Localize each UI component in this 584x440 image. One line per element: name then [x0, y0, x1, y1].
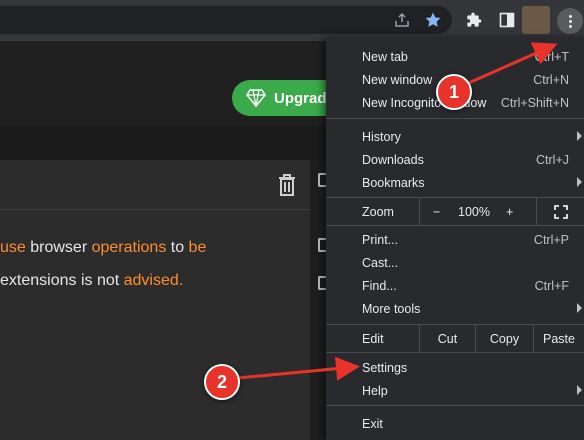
menu-label: New tab — [362, 50, 408, 64]
more-options-icon[interactable] — [557, 8, 583, 34]
browser-toolbar — [0, 0, 584, 40]
menu-label: Settings — [362, 361, 408, 375]
menu-item-settings[interactable]: Settings — [326, 356, 584, 379]
menu-shortcut: Ctrl+F — [534, 279, 569, 293]
plain-text: browser — [25, 239, 92, 256]
menu-label: Help — [362, 384, 388, 398]
submenu-arrow-icon — [577, 177, 582, 187]
menu-item-help[interactable]: Help — [326, 379, 584, 402]
diamond-icon — [246, 89, 266, 107]
profile-avatar[interactable] — [522, 6, 550, 34]
fullscreen-icon — [553, 204, 568, 219]
highlight-text: advised. — [123, 272, 184, 289]
menu-label: More tools — [362, 302, 421, 316]
menu-separator — [326, 118, 584, 119]
menu-label: Downloads — [362, 153, 424, 167]
menu-label: Find... — [362, 279, 397, 293]
menu-item-downloads[interactable]: Downloads Ctrl+J — [326, 148, 584, 171]
panel-text-line-1: use browser operations to be — [0, 239, 206, 257]
highlight-text: operations — [91, 239, 167, 256]
extension-panel: use browser operations to be extensions … — [0, 160, 310, 440]
trash-icon[interactable] — [278, 174, 296, 201]
submenu-arrow-icon — [577, 385, 582, 395]
menu-label: Bookmarks — [362, 176, 425, 190]
plain-text: to — [166, 239, 189, 256]
step-badge-1: 1 — [436, 74, 472, 110]
submenu-arrow-icon — [577, 303, 582, 313]
paste-button[interactable]: Paste — [533, 325, 584, 352]
menu-item-new-tab[interactable]: New tab Ctrl+T — [326, 45, 584, 68]
menu-label: Cast... — [362, 256, 399, 270]
menu-separator — [326, 405, 584, 406]
zoom-level-value: 100% — [458, 205, 490, 219]
zoom-label: Zoom — [362, 205, 394, 219]
paste-label: Paste — [543, 331, 575, 346]
menu-row-edit: Edit Cut Copy Paste — [326, 325, 584, 352]
extensions-icon[interactable] — [462, 8, 486, 32]
fullscreen-button[interactable] — [536, 198, 584, 225]
menu-label: Exit — [362, 417, 383, 431]
menu-shortcut: Ctrl+Shift+N — [500, 96, 569, 110]
menu-item-more-tools[interactable]: More tools — [326, 297, 584, 320]
menu-shortcut: Ctrl+P — [533, 233, 569, 247]
cut-label: Cut — [437, 331, 458, 346]
menu-label: Print... — [362, 233, 399, 247]
menu-label: New window — [362, 73, 433, 87]
menu-item-cast[interactable]: Cast... — [326, 251, 584, 274]
address-bar[interactable] — [0, 6, 452, 34]
menu-separator — [326, 352, 584, 353]
zoom-in-button[interactable]: + — [506, 205, 513, 219]
cut-button[interactable]: Cut — [419, 325, 475, 352]
star-icon[interactable] — [421, 8, 445, 32]
menu-item-find[interactable]: Find... Ctrl+F — [326, 274, 584, 297]
menu-row-zoom: Zoom − 100% + — [326, 198, 584, 225]
side-panel-icon[interactable] — [495, 8, 519, 32]
plain-text: extensions is not — [0, 272, 124, 289]
menu-item-print[interactable]: Print... Ctrl+P — [326, 228, 584, 251]
menu-shortcut: Ctrl+J — [536, 153, 569, 167]
menu-item-exit[interactable]: Exit — [326, 412, 584, 435]
panel-header — [0, 160, 310, 210]
share-icon[interactable] — [390, 8, 414, 32]
menu-label: History — [362, 130, 401, 144]
panel-text-line-2: extensions is not advised. — [0, 272, 183, 290]
menu-separator — [326, 225, 584, 226]
menu-shortcut: Ctrl+N — [533, 73, 569, 87]
menu-item-history[interactable]: History — [326, 125, 584, 148]
highlight-text: use — [0, 239, 26, 256]
copy-label: Copy — [489, 331, 520, 346]
edit-label: Edit — [362, 332, 384, 346]
submenu-arrow-icon — [577, 131, 582, 141]
highlight-text: be — [188, 239, 207, 256]
copy-button[interactable]: Copy — [475, 325, 533, 352]
menu-shortcut: Ctrl+T — [534, 50, 569, 64]
menu-item-bookmarks[interactable]: Bookmarks — [326, 171, 584, 194]
zoom-out-button[interactable]: − — [433, 205, 440, 219]
step-badge-2: 2 — [204, 364, 240, 400]
